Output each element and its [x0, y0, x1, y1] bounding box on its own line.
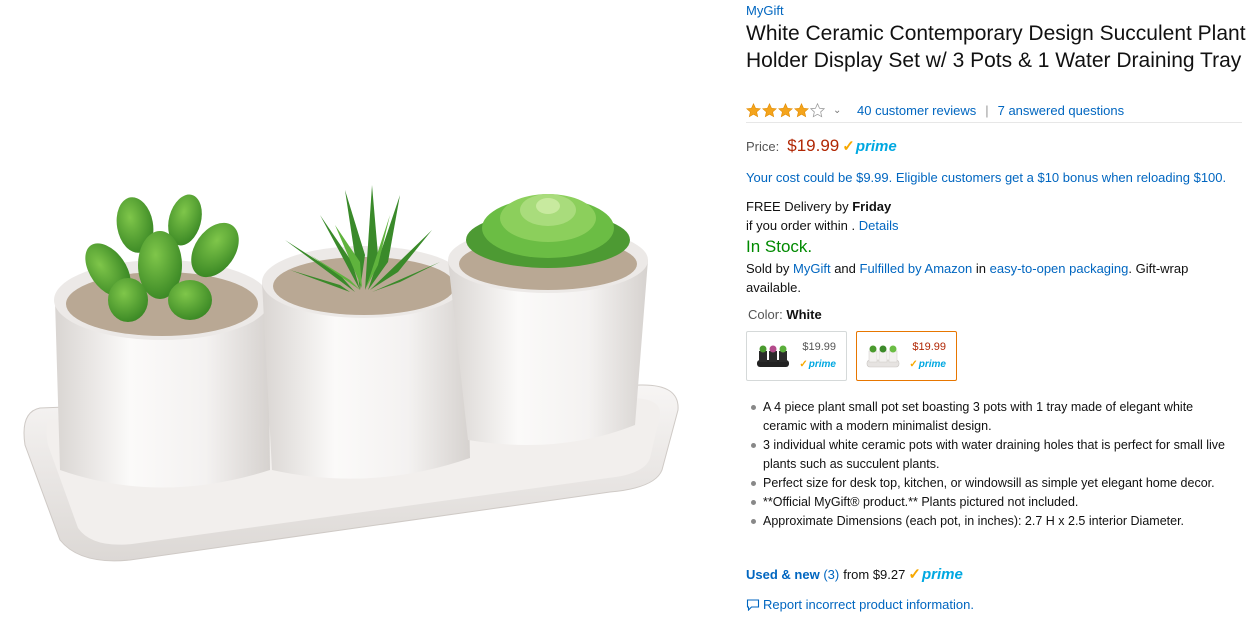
prime-check-icon: ✓ [842, 138, 855, 155]
rating-row: ⌄ 40 customer reviews | 7 answered quest… [746, 103, 1242, 123]
white-pots-thumbnail [866, 345, 900, 368]
product-title: White Ceramic Contemporary Design Succul… [746, 22, 1246, 72]
prime-badge: ✓ prime [908, 565, 962, 583]
prime-check-icon: ✓ [909, 359, 918, 370]
product-image[interactable] [0, 0, 700, 621]
used-new-link[interactable]: Used & new (3) [746, 567, 839, 582]
delivery-info: FREE Delivery by Friday [746, 199, 891, 214]
delivery-details-link[interactable]: Details [859, 218, 899, 233]
prime-check-icon: ✓ [799, 359, 808, 370]
comment-icon [746, 598, 760, 611]
order-within-text: if you order within . [746, 218, 856, 233]
swatch-price: $19.99 [802, 341, 836, 353]
sold-prefix: Sold by [746, 261, 790, 276]
star-rating[interactable] [746, 103, 825, 118]
report-link-text: Report incorrect product information. [763, 597, 974, 612]
packaging-link[interactable]: easy-to-open packaging [990, 261, 1129, 276]
offer-from: from $9.27 [843, 567, 906, 582]
prime-check-icon: ✓ [908, 566, 921, 583]
color-swatch-black[interactable]: $19.99 ✓ prime [746, 331, 847, 381]
feature-bullet: A 4 piece plant small pot set boasting 3… [750, 398, 1240, 436]
succulent-pots-photo [23, 185, 679, 562]
divider: | [985, 103, 989, 118]
chevron-down-icon[interactable]: ⌄ [833, 105, 847, 116]
feature-bullet: 3 individual white ceramic pots with wat… [750, 436, 1240, 474]
prime-badge: ✓ prime [799, 359, 836, 370]
prime-text: prime [918, 359, 946, 370]
star-full-icon [778, 103, 793, 118]
offer-count: (3) [823, 567, 840, 582]
color-value: White [786, 307, 822, 322]
feature-bullet: Approximate Dimensions (each pot, in inc… [750, 512, 1240, 531]
sold-and: and [834, 261, 856, 276]
prime-text: prime [921, 566, 963, 583]
color-label-text: Color: [748, 307, 783, 322]
price-value: $19.99 [787, 136, 840, 155]
feature-bullet: **Official MyGift® product.** Plants pic… [750, 493, 1240, 512]
delivery-day: Friday [852, 199, 892, 214]
fulfilled-by-amazon-link[interactable]: Fulfilled by Amazon [860, 261, 973, 276]
prime-badge: ✓ prime [909, 359, 946, 370]
color-swatch-white[interactable]: $19.99 ✓ prime [856, 331, 957, 381]
prime-text: prime [808, 359, 836, 370]
star-full-icon [762, 103, 777, 118]
star-full-icon [794, 103, 809, 118]
stock-status: In Stock. [746, 237, 813, 256]
order-within: if you order within . Details [746, 218, 898, 233]
seller-link[interactable]: MyGift [793, 261, 831, 276]
prime-text: prime [855, 138, 897, 155]
brand-link[interactable]: MyGift [746, 3, 784, 18]
answered-questions-link[interactable]: 7 answered questions [998, 103, 1124, 118]
feature-bullets: A 4 piece plant small pot set boasting 3… [750, 398, 1240, 531]
feature-bullet: Perfect size for desk top, kitchen, or w… [750, 474, 1240, 493]
black-pots-thumbnail [757, 345, 789, 367]
price-label: Price: [746, 139, 780, 154]
used-new-offers: Used & new (3) from $9.27 ✓ prime [746, 565, 963, 583]
delivery-prefix: FREE Delivery by [746, 199, 849, 214]
swatch-price: $19.99 [912, 341, 946, 353]
prime-badge: ✓ prime [842, 137, 896, 155]
star-full-icon [746, 103, 761, 118]
customer-reviews-link[interactable]: 40 customer reviews [857, 103, 976, 118]
color-label: Color: White [748, 307, 822, 322]
report-incorrect-info-link[interactable]: Report incorrect product information. [746, 597, 974, 612]
price-row: Price: $19.99 ✓ prime [746, 136, 897, 156]
sold-in: in [975, 261, 986, 276]
cost-promo-link[interactable]: Your cost could be $9.99. Eligible custo… [746, 170, 1226, 185]
sold-by-info: Sold by MyGift and Fulfilled by Amazon i… [746, 259, 1242, 297]
used-new-label: Used & new [746, 567, 820, 582]
star-empty-icon [810, 103, 825, 118]
